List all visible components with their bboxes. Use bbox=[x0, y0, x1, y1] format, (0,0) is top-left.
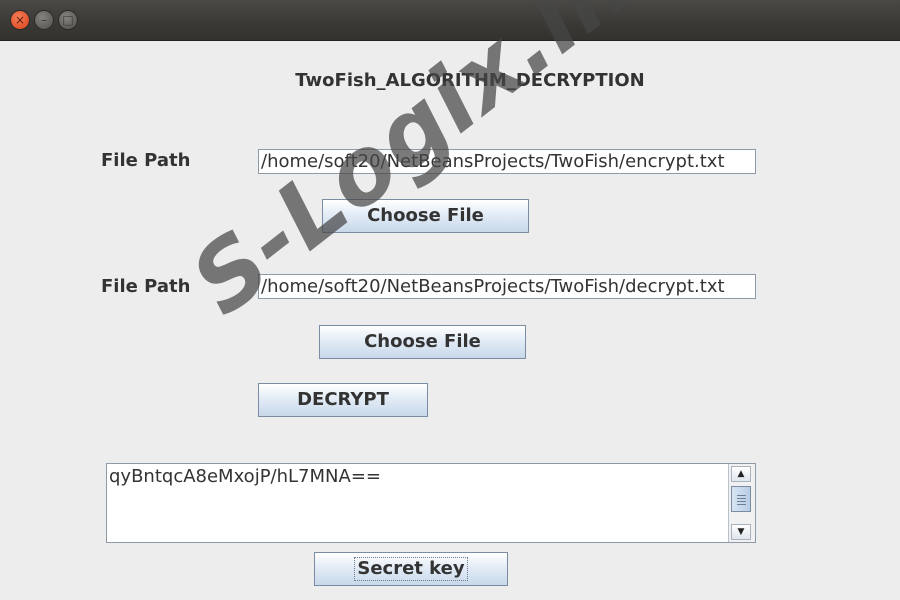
decrypt-file-path-input[interactable]: /home/soft20/NetBeansProjects/TwoFish/de… bbox=[258, 274, 756, 299]
page-title: TwoFish_ALGORITHM_DECRYPTION bbox=[295, 70, 645, 91]
minimize-window-icon[interactable]: – bbox=[34, 10, 54, 30]
secret-key-button[interactable]: Secret key bbox=[314, 552, 508, 586]
choose-encrypt-file-button[interactable]: Choose File bbox=[322, 199, 529, 233]
scroll-down-icon[interactable]: ▼ bbox=[731, 524, 751, 540]
maximize-window-icon[interactable]: □ bbox=[58, 10, 78, 30]
decrypted-output-textarea[interactable]: qyBntqcA8eMxojP/hL7MNA== ▲ ▼ bbox=[106, 463, 756, 543]
scrollbar-thumb[interactable] bbox=[731, 486, 751, 512]
decrypt-button[interactable]: DECRYPT bbox=[258, 383, 428, 417]
decrypt-file-path-label: File Path bbox=[101, 276, 191, 297]
output-scrollbar[interactable]: ▲ ▼ bbox=[728, 464, 755, 542]
encrypt-file-path-input[interactable]: /home/soft20/NetBeansProjects/TwoFish/en… bbox=[258, 149, 756, 174]
encrypt-file-path-label: File Path bbox=[101, 150, 191, 171]
close-window-icon[interactable]: × bbox=[10, 10, 30, 30]
choose-decrypt-file-button[interactable]: Choose File bbox=[319, 325, 526, 359]
scroll-up-icon[interactable]: ▲ bbox=[731, 466, 751, 482]
window-titlebar: × – □ bbox=[0, 0, 900, 41]
secret-key-button-label: Secret key bbox=[354, 557, 468, 581]
decrypted-output-text: qyBntqcA8eMxojP/hL7MNA== bbox=[109, 466, 381, 487]
